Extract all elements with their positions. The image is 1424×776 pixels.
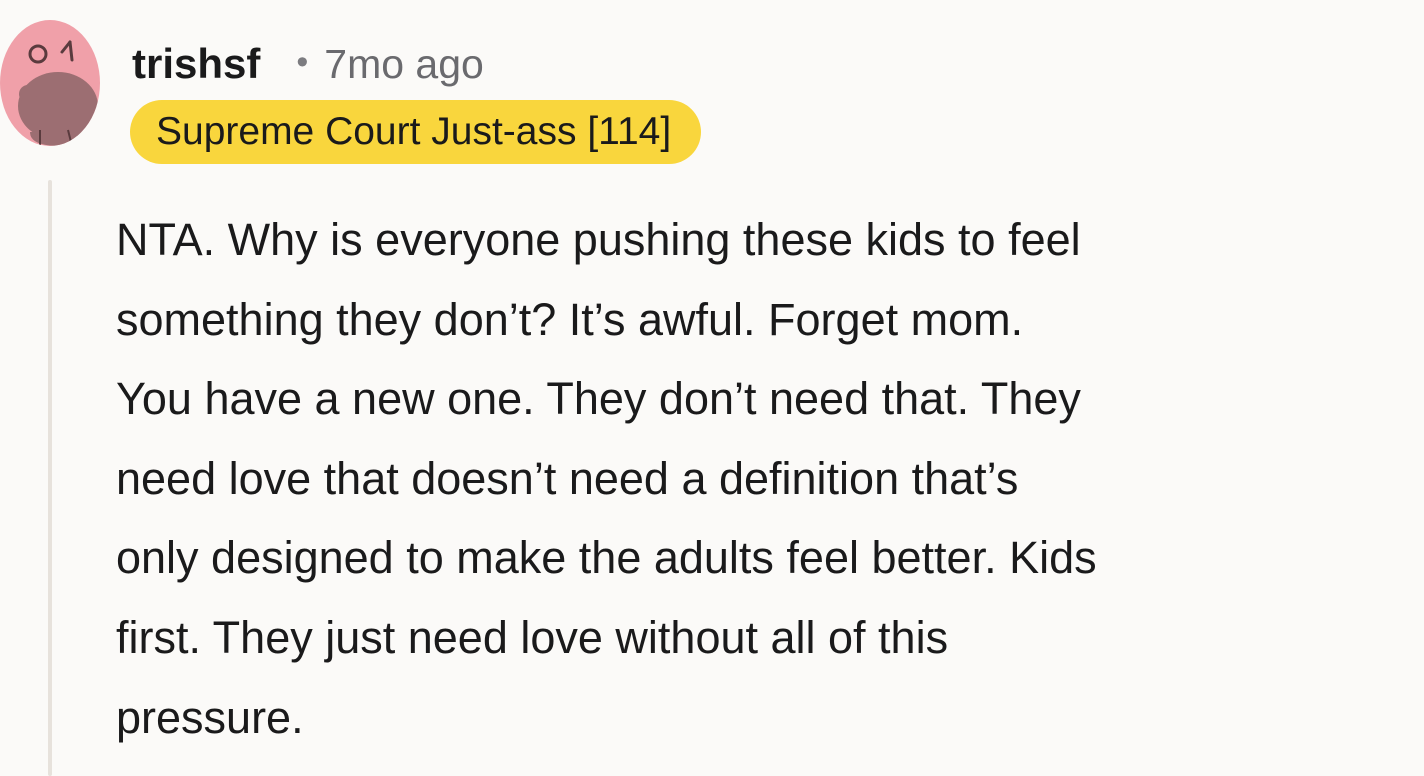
comment-timestamp[interactable]: 7mo ago bbox=[324, 41, 484, 88]
user-flair-badge: Supreme Court Just-ass [114] bbox=[130, 100, 702, 164]
separator-dot: • bbox=[296, 42, 309, 81]
user-avatar-icon[interactable] bbox=[0, 20, 100, 146]
snoo-figure-icon bbox=[18, 40, 98, 146]
comment-body-line: pressure. bbox=[116, 691, 304, 743]
comment-body-line: only designed to make the adults feel be… bbox=[116, 532, 1097, 584]
comment: trishsf • 7mo ago Supreme Court Just-ass… bbox=[0, 0, 1424, 776]
comment-body-line: You have a new one. They don’t need that… bbox=[116, 373, 1081, 425]
author-username[interactable]: trishsf bbox=[132, 40, 260, 88]
comment-body-line: NTA. Why is everyone pushing these kids … bbox=[116, 214, 1081, 265]
comment-body: NTA. Why is everyone pushing these kids … bbox=[116, 200, 1408, 757]
comment-body-line: something they don’t? It’s awful. Forget… bbox=[116, 293, 1024, 345]
comment-body-line: need love that doesn’t need a definition… bbox=[116, 452, 1019, 504]
comment-body-line: first. They just need love without all o… bbox=[116, 611, 949, 663]
thread-collapse-line[interactable] bbox=[48, 180, 52, 776]
comment-meta: trishsf • 7mo ago bbox=[132, 36, 484, 92]
